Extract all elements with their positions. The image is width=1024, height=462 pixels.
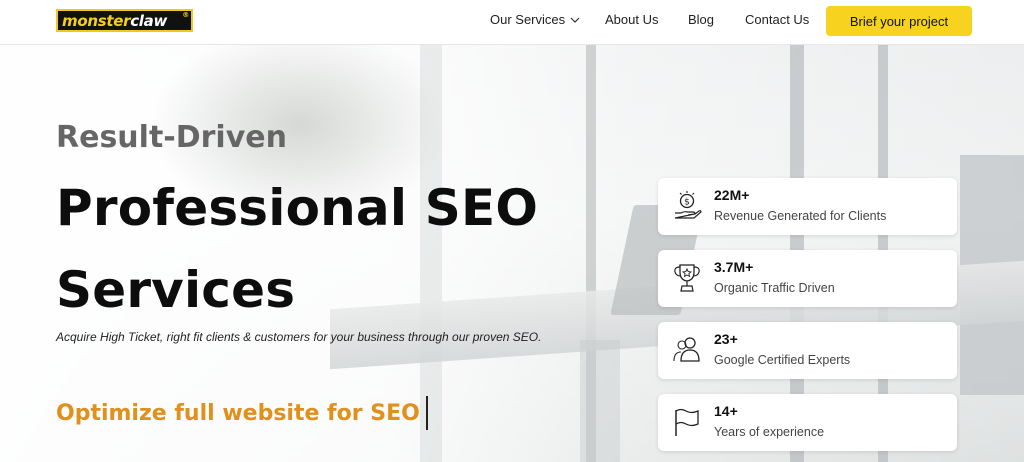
nav-blog[interactable]: Blog [688, 12, 714, 27]
site-header: monster claw ® Our Services About Us Blog… [0, 0, 1024, 45]
stat-label: Organic Traffic Driven [714, 281, 835, 295]
stat-card-revenue: $ 22M+ Revenue Generated for Clients [658, 178, 957, 235]
flag-icon [675, 408, 699, 436]
stat-card-experience: 14+ Years of experience [658, 394, 957, 451]
hero-subtext: Acquire High Ticket, right fit clients &… [56, 330, 542, 344]
stat-label: Google Certified Experts [714, 353, 851, 367]
nav-about-us[interactable]: About Us [605, 12, 658, 27]
headline-line-2: Services [56, 261, 296, 319]
nav-label: Contact Us [745, 12, 810, 27]
hero-kicker: Result-Driven [56, 120, 287, 155]
stat-value: 23+ [714, 331, 738, 347]
trophy-icon [674, 264, 700, 292]
typing-cursor [425, 396, 428, 430]
stat-label: Revenue Generated for Clients [714, 209, 887, 223]
chevron-down-icon [570, 17, 580, 23]
headline-line-1: Professional SEO [56, 179, 539, 237]
nav-label: Blog [688, 12, 715, 27]
nav-our-services[interactable]: Our Services [490, 12, 580, 27]
logo-word-claw: claw [130, 11, 168, 30]
registered-mark: ® [182, 11, 189, 19]
typed-headline: Optimize full website for SEO [56, 396, 428, 430]
stat-label: Years of experience [714, 425, 825, 439]
stat-value: 22M+ [714, 187, 750, 203]
logo[interactable]: monster claw ® [56, 9, 193, 32]
brief-your-project-button[interactable]: Brief your project [826, 6, 972, 36]
money-hand-icon: $ [674, 191, 702, 219]
svg-text:$: $ [684, 198, 690, 208]
stat-card-experts: 23+ Google Certified Experts [658, 322, 957, 379]
stat-value: 3.7M+ [714, 259, 754, 275]
typed-text: Optimize full website for SEO [56, 400, 420, 426]
background-chair [580, 340, 620, 462]
nav-label: Our Services [490, 12, 566, 27]
nav-contact-us[interactable]: Contact Us [745, 12, 809, 27]
stat-card-traffic: 3.7M+ Organic Traffic Driven [658, 250, 957, 307]
nav-label: About Us [605, 12, 659, 27]
stat-value: 14+ [714, 403, 738, 419]
page-title: Professional SEO Services [56, 167, 616, 331]
logo-word-monster: monster [62, 11, 131, 30]
users-icon [673, 337, 700, 362]
